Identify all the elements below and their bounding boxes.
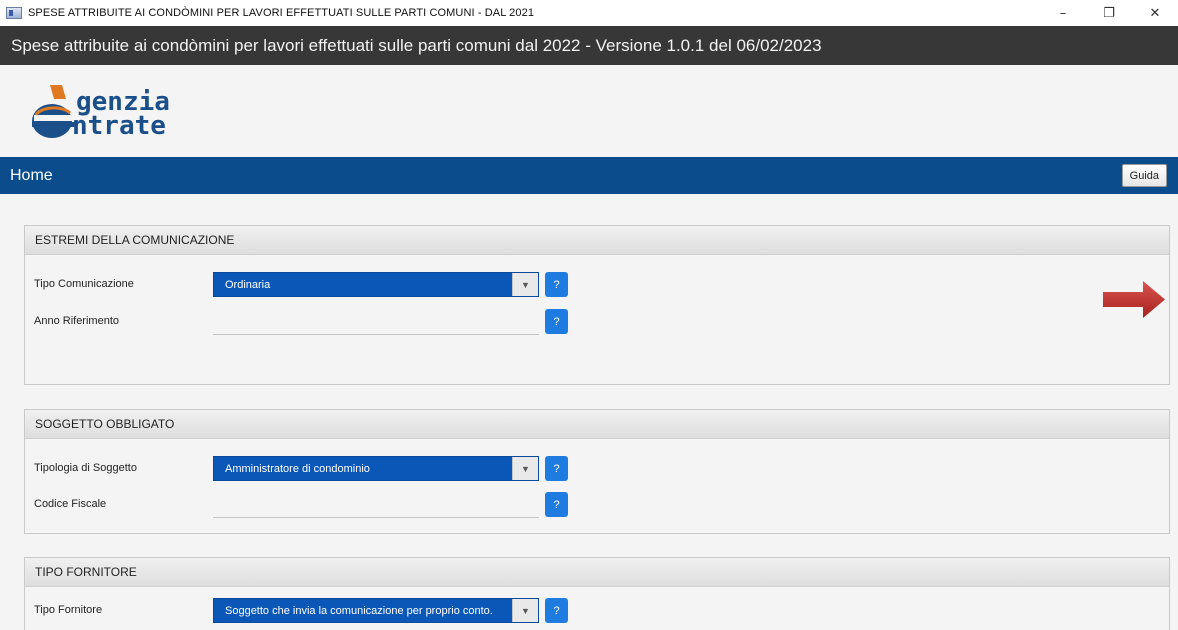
close-button[interactable]: ✕ — [1132, 0, 1178, 26]
page-title: Home — [10, 166, 53, 184]
app-title: Spese attribuite ai condòmini per lavori… — [11, 35, 822, 55]
panel-title-estremi: ESTREMI DELLA COMUNICAZIONE — [25, 226, 1169, 255]
agenzia-entrate-logo: genzia ntrate — [28, 85, 218, 145]
tipo-fornitore-select[interactable]: Soggetto che invia la comunicazione per … — [213, 598, 539, 623]
guida-button[interactable]: Guida — [1121, 164, 1167, 187]
window-controls: – ❐ ✕ — [1040, 0, 1178, 26]
app-header: Spese attribuite ai condòmini per lavori… — [0, 26, 1178, 65]
os-window-title: SPESE ATTRIBUITE AI CONDÒMINI PER LAVORI… — [28, 7, 535, 19]
anno-riferimento-input[interactable] — [213, 309, 539, 335]
chevron-down-icon[interactable]: ▼ — [512, 273, 538, 296]
tipo-comunicazione-select[interactable]: Ordinaria ▼ — [213, 272, 539, 297]
row-codice-fiscale: Codice Fiscale ? — [34, 492, 574, 518]
panel-estremi-comunicazione: ESTREMI DELLA COMUNICAZIONE Tipo Comunic… — [24, 225, 1170, 385]
tipo-fornitore-label: Tipo Fornitore — [34, 604, 103, 616]
logo-area: genzia ntrate — [0, 65, 1178, 157]
row-tipo-comunicazione: Tipo Comunicazione Ordinaria ▼ ? — [34, 272, 574, 298]
row-tipologia-soggetto: Tipologia di Soggetto Amministratore di … — [34, 456, 574, 482]
os-titlebar: SPESE ATTRIBUITE AI CONDÒMINI PER LAVORI… — [0, 0, 1178, 26]
tipo-fornitore-value: Soggetto che invia la comunicazione per … — [225, 604, 493, 617]
tipo-comunicazione-value: Ordinaria — [225, 278, 271, 291]
panel-title-fornitore: TIPO FORNITORE — [25, 558, 1169, 587]
red-arrow-icon — [1103, 281, 1165, 318]
app-window-icon — [6, 7, 22, 19]
codice-fiscale-label: Codice Fiscale — [34, 498, 107, 510]
logo-text-line2: ntrate — [72, 111, 166, 141]
panel-tipo-fornitore: TIPO FORNITORE Tipo Fornitore Soggetto c… — [24, 557, 1170, 630]
tipologia-soggetto-value: Amministratore di condominio — [225, 462, 370, 475]
help-button-codice-fiscale[interactable]: ? — [545, 492, 568, 517]
panel-soggetto-obbligato: SOGGETTO OBBLIGATO Tipologia di Soggetto… — [24, 409, 1170, 534]
help-button-anno-riferimento[interactable]: ? — [545, 309, 568, 334]
help-button-tipologia-soggetto[interactable]: ? — [545, 456, 568, 481]
help-button-tipo-comunicazione[interactable]: ? — [545, 272, 568, 297]
chevron-down-icon[interactable]: ▼ — [512, 599, 538, 622]
tipologia-soggetto-label: Tipologia di Soggetto — [34, 462, 137, 474]
help-button-tipo-fornitore[interactable]: ? — [545, 598, 568, 623]
minimize-button[interactable]: – — [1040, 0, 1086, 26]
tipologia-soggetto-select[interactable]: Amministratore di condominio ▼ — [213, 456, 539, 481]
restore-button[interactable]: ❐ — [1086, 0, 1132, 26]
nav-bar: Home Guida — [0, 157, 1178, 194]
anno-riferimento-label: Anno Riferimento — [34, 315, 119, 327]
chevron-down-icon[interactable]: ▼ — [512, 457, 538, 480]
codice-fiscale-input[interactable] — [213, 492, 539, 518]
row-anno-riferimento: Anno Riferimento ? — [34, 309, 574, 335]
row-tipo-fornitore: Tipo Fornitore Soggetto che invia la com… — [34, 598, 574, 624]
panel-title-soggetto: SOGGETTO OBBLIGATO — [25, 410, 1169, 439]
tipo-comunicazione-label: Tipo Comunicazione — [34, 278, 134, 290]
